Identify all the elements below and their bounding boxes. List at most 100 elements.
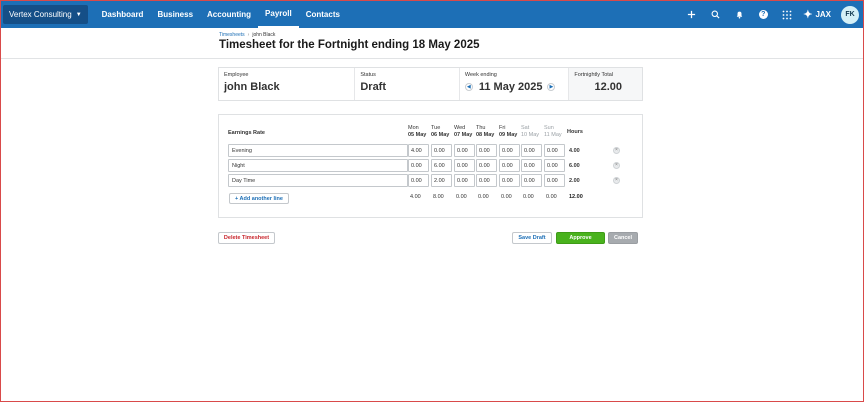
- apps-grid-icon[interactable]: [775, 1, 799, 28]
- timesheet-grid: Earnings Rate Mon 05 May Tue 06 May Wed …: [218, 114, 643, 218]
- nav-contacts[interactable]: Contacts: [299, 1, 347, 28]
- fortnightly-total-value: 12.00: [594, 81, 623, 93]
- fortnightly-total-cell: Fortnightly Total 12.00: [568, 68, 643, 100]
- hours-input-sun[interactable]: 0.00: [544, 159, 565, 172]
- day-total-thu: 0.00: [478, 194, 489, 200]
- delete-timesheet-button[interactable]: Delete Timesheet: [218, 232, 275, 244]
- bell-icon[interactable]: [727, 1, 751, 28]
- hours-input-fri[interactable]: 0.00: [499, 144, 520, 157]
- week-ending-cell: Week ending ◀ 11 May 2025 ▶: [458, 68, 568, 100]
- hours-input-sun[interactable]: 0.00: [544, 174, 565, 187]
- employee-label: Employee: [224, 72, 249, 78]
- cancel-button[interactable]: Cancel: [608, 232, 638, 244]
- hours-input-sat[interactable]: 0.00: [521, 159, 542, 172]
- organisation-switcher[interactable]: Vertex Consulting ▼: [3, 5, 88, 24]
- user-avatar[interactable]: FK: [841, 5, 859, 24]
- nav-accounting[interactable]: Accounting: [200, 1, 258, 28]
- grand-total-hours: 12.00: [569, 194, 583, 200]
- next-week-arrow-icon[interactable]: ▶: [547, 83, 556, 91]
- hours-input-wed[interactable]: 0.00: [454, 159, 475, 172]
- hours-input-sun[interactable]: 0.00: [544, 144, 565, 157]
- day-date: 06 May: [431, 132, 450, 138]
- day-total-sat: 0.00: [523, 194, 534, 200]
- day-name: Mon: [408, 125, 419, 131]
- day-header-thu: Thu 08 May: [476, 125, 498, 139]
- jax-label: JAX: [815, 10, 831, 19]
- employee-name: john Black: [224, 81, 280, 93]
- status-value: Draft: [360, 81, 387, 93]
- row-hours-total: 4.00: [569, 148, 580, 154]
- day-date: 08 May: [476, 132, 495, 138]
- hours-input-wed[interactable]: 0.00: [454, 174, 475, 187]
- plus-icon[interactable]: [679, 1, 703, 28]
- day-name: Tue: [431, 125, 441, 131]
- hours-input-mon[interactable]: 0.00: [408, 174, 429, 187]
- day-header-fri: Fri 09 May: [499, 125, 521, 139]
- nav-dashboard[interactable]: Dashboard: [95, 1, 151, 28]
- hours-input-mon[interactable]: 4.00: [408, 144, 429, 157]
- hours-input-tue[interactable]: 0.00: [431, 144, 452, 157]
- day-name: Sun: [544, 125, 554, 131]
- caret-down-icon: ▼: [75, 11, 82, 18]
- hours-header: Hours: [567, 129, 583, 135]
- fortnightly-total-label: Fortnightly Total: [574, 72, 614, 78]
- status-label: Status: [360, 72, 376, 78]
- day-header-tue: Tue 06 May: [431, 125, 453, 139]
- earnings-rate-field[interactable]: Evening: [228, 144, 408, 157]
- remove-row-icon[interactable]: ×: [613, 177, 620, 184]
- day-total-tue: 8.00: [433, 194, 444, 200]
- week-ending-value: 11 May 2025: [478, 81, 543, 93]
- day-header-sat: Sat 10 May: [521, 125, 543, 139]
- nav-business[interactable]: Business: [150, 1, 200, 28]
- hours-input-sat[interactable]: 0.00: [521, 174, 542, 187]
- breadcrumb-timesheets-link[interactable]: Timesheets: [219, 32, 245, 38]
- help-icon[interactable]: ?: [751, 1, 775, 28]
- breadcrumb: Timesheets › john Black: [219, 32, 275, 38]
- day-date: 09 May: [499, 132, 518, 138]
- day-header-wed: Wed 07 May: [454, 125, 476, 139]
- jax-assistant-button[interactable]: ✦ JAX: [803, 8, 831, 21]
- hours-input-fri[interactable]: 0.00: [499, 174, 520, 187]
- hours-input-thu[interactable]: 0.00: [476, 144, 497, 157]
- breadcrumb-separator-icon: ›: [247, 32, 250, 38]
- previous-week-arrow-icon[interactable]: ◀: [464, 83, 473, 91]
- hours-input-mon[interactable]: 0.00: [408, 159, 429, 172]
- day-name: Fri: [499, 125, 506, 131]
- nav-payroll[interactable]: Payroll: [258, 1, 299, 28]
- page-header: Timesheets › john Black Timesheet for th…: [1, 28, 863, 59]
- hours-input-tue[interactable]: 6.00: [431, 159, 452, 172]
- hours-input-sat[interactable]: 0.00: [521, 144, 542, 157]
- day-name: Wed: [454, 125, 466, 131]
- hours-input-fri[interactable]: 0.00: [499, 159, 520, 172]
- earnings-rate-field[interactable]: Day Time: [228, 174, 408, 187]
- day-header-sun: Sun 11 May: [544, 125, 566, 139]
- top-nav-bar: Vertex Consulting ▼ Dashboard Business A…: [1, 1, 863, 28]
- remove-row-icon[interactable]: ×: [613, 162, 620, 169]
- remove-row-icon[interactable]: ×: [613, 147, 620, 154]
- row-hours-total: 6.00: [569, 163, 580, 169]
- save-draft-button[interactable]: Save Draft: [512, 232, 552, 244]
- earnings-rate-field[interactable]: Night: [228, 159, 408, 172]
- search-icon[interactable]: [703, 1, 727, 28]
- earnings-rate-header: Earnings Rate: [228, 130, 265, 136]
- day-total-wed: 0.00: [456, 194, 467, 200]
- page-title: Timesheet for the Fortnight ending 18 Ma…: [219, 39, 480, 51]
- week-ending-label: Week ending: [464, 72, 497, 78]
- approve-button[interactable]: Approve: [556, 232, 605, 244]
- employee-cell: Employee john Black: [219, 68, 354, 100]
- hours-input-thu[interactable]: 0.00: [476, 159, 497, 172]
- hours-input-wed[interactable]: 0.00: [454, 144, 475, 157]
- timesheet-summary: Employee john Black Status Draft Week en…: [218, 67, 643, 101]
- sparkle-icon: ✦: [803, 9, 813, 21]
- day-name: Sat: [521, 125, 530, 131]
- breadcrumb-current: john Black: [252, 32, 276, 38]
- status-cell: Status Draft: [354, 68, 459, 100]
- top-right-tools: ? ✦ JAX FK: [679, 1, 863, 28]
- hours-input-tue[interactable]: 2.00: [431, 174, 452, 187]
- add-another-line-button[interactable]: + Add another line: [229, 193, 289, 204]
- day-date: 10 May: [521, 132, 540, 138]
- week-selector: ◀ 11 May 2025 ▶: [464, 81, 563, 93]
- day-date: 11 May: [544, 132, 562, 138]
- day-header-mon: Mon 05 May: [408, 125, 430, 139]
- hours-input-thu[interactable]: 0.00: [476, 174, 497, 187]
